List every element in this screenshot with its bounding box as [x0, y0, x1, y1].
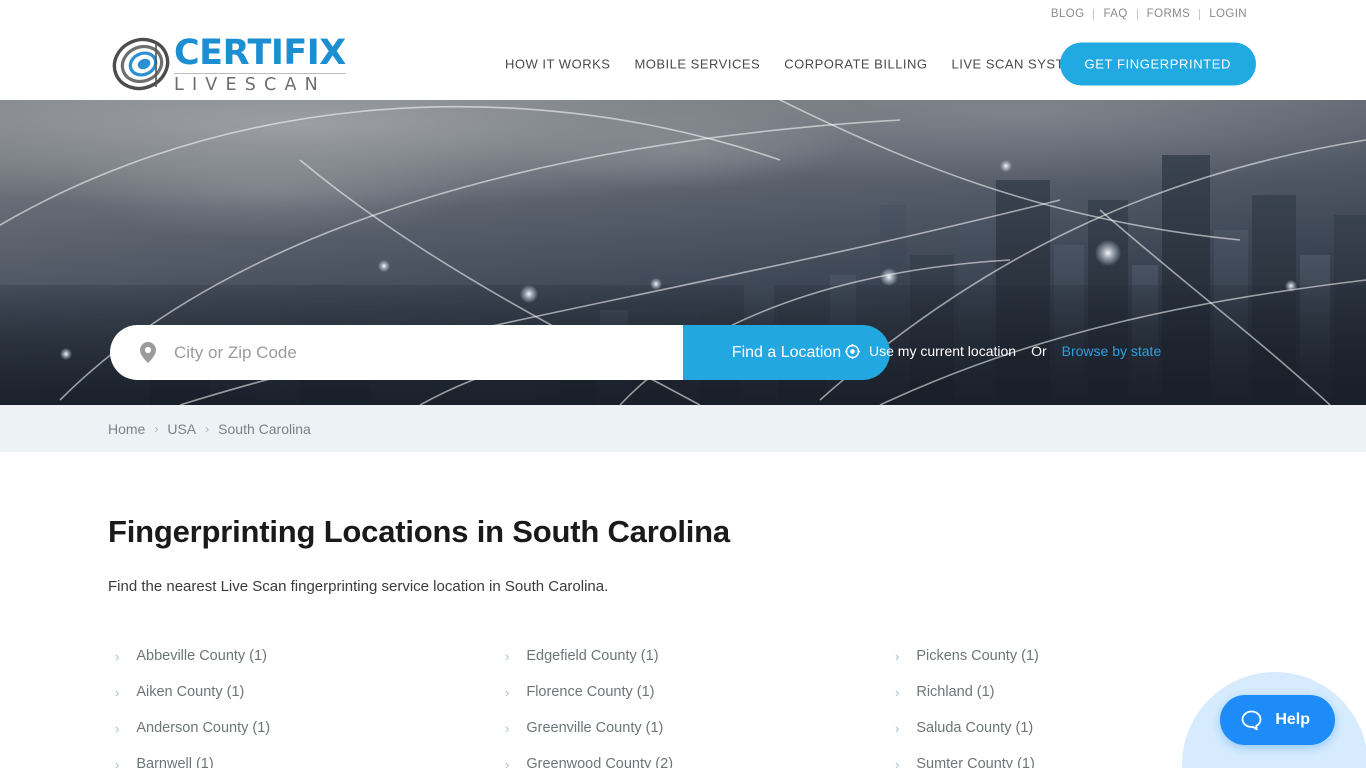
- main-content: Fingerprinting Locations in South Caroli…: [0, 514, 1366, 768]
- list-item[interactable]: › Barnwell (1): [108, 746, 498, 768]
- hero-network-node: [378, 260, 390, 272]
- breadcrumb-separator: ›: [205, 421, 210, 436]
- topbar-link-forms[interactable]: FORMS: [1138, 8, 1200, 20]
- search-field-container[interactable]: [110, 325, 683, 380]
- county-label: Greenwood County (2): [526, 756, 674, 768]
- county-label: Barnwell (1): [136, 756, 214, 768]
- county-label: Anderson County (1): [136, 720, 271, 736]
- list-item[interactable]: › Aiken County (1): [108, 674, 498, 710]
- county-label: Aiken County (1): [136, 684, 245, 700]
- county-list: › Abbeville County (1) › Edgefield County …: [108, 638, 1258, 768]
- logo-divider: [174, 72, 346, 74]
- use-current-location-button[interactable]: Use my current location: [845, 343, 1016, 359]
- county-label: Richland (1): [916, 684, 995, 700]
- logo-primary-text: CERTIFIX: [174, 32, 346, 73]
- chevron-right-icon: ›: [895, 648, 900, 664]
- list-item[interactable]: › Anderson County (1): [108, 710, 498, 746]
- chevron-right-icon: ›: [505, 756, 510, 768]
- list-item[interactable]: › Florence County (1): [498, 674, 888, 710]
- chevron-right-icon: ›: [895, 720, 900, 736]
- hero-network-node: [1000, 160, 1012, 172]
- hero-network-node: [1285, 280, 1297, 292]
- browse-by-state-link[interactable]: Browse by state: [1062, 343, 1162, 359]
- logo-wordmark: CERTIFIX LIVESCAN: [174, 34, 346, 95]
- help-chat-button[interactable]: Help: [1220, 695, 1335, 745]
- nav-item-how-it-works[interactable]: HOW IT WORKS: [505, 57, 610, 72]
- breadcrumb-item-usa[interactable]: USA: [167, 421, 196, 437]
- chevron-right-icon: ›: [115, 720, 120, 736]
- list-item[interactable]: › Greenville County (1): [498, 710, 888, 746]
- hero-network-node: [520, 285, 538, 303]
- page-title: Fingerprinting Locations in South Caroli…: [108, 514, 730, 549]
- chevron-right-icon: ›: [115, 684, 120, 700]
- county-label: Florence County (1): [526, 684, 655, 700]
- topbar-link-blog[interactable]: BLOG: [1042, 8, 1094, 20]
- chevron-right-icon: ›: [505, 684, 510, 700]
- chat-bubble-icon: [1241, 710, 1262, 730]
- page-subtitle: Find the nearest Live Scan fingerprintin…: [108, 578, 609, 595]
- search-input[interactable]: [174, 342, 654, 363]
- county-label: Edgefield County (1): [526, 648, 659, 664]
- logo-secondary-text: LIVESCAN: [174, 74, 326, 95]
- top-utility-bar: BLOG FAQ FORMS LOGIN: [0, 0, 1366, 28]
- nav-item-mobile-services[interactable]: MOBILE SERVICES: [634, 57, 760, 72]
- site-header: CERTIFIX LIVESCAN HOW IT WORKS MOBILE SE…: [0, 28, 1366, 100]
- list-item[interactable]: › Abbeville County (1): [108, 638, 498, 674]
- list-item[interactable]: › Greenwood County (2): [498, 746, 888, 768]
- chevron-right-icon: ›: [505, 720, 510, 736]
- chevron-right-icon: ›: [895, 684, 900, 700]
- main-navigation: HOW IT WORKS MOBILE SERVICES CORPORATE B…: [505, 57, 1085, 72]
- hero-banner: Find a Location Use my current location …: [0, 100, 1366, 405]
- list-item[interactable]: › Pickens County (1): [888, 638, 1278, 674]
- chevron-right-icon: ›: [115, 648, 120, 664]
- breadcrumb-item-south-carolina: South Carolina: [218, 420, 311, 437]
- chevron-right-icon: ›: [505, 648, 510, 664]
- hero-network-node: [60, 348, 72, 360]
- county-label: Abbeville County (1): [136, 648, 267, 664]
- breadcrumb: Home › USA › South Carolina: [0, 405, 1366, 452]
- chevron-right-icon: ›: [115, 756, 120, 768]
- county-label: Greenville County (1): [526, 720, 664, 736]
- topbar-link-faq[interactable]: FAQ: [1094, 8, 1136, 20]
- county-label: Sumter County (1): [916, 756, 1035, 768]
- get-fingerprinted-button[interactable]: GET FINGERPRINTED: [1059, 42, 1256, 86]
- or-label: Or: [1031, 343, 1047, 359]
- top-utility-links: BLOG FAQ FORMS LOGIN: [1042, 8, 1256, 20]
- list-item[interactable]: › Edgefield County (1): [498, 638, 888, 674]
- hero-network-node: [880, 268, 898, 286]
- location-search-bar: Find a Location: [110, 325, 890, 380]
- fingerprint-swirl-icon: [112, 37, 170, 91]
- breadcrumb-item-home[interactable]: Home: [108, 421, 145, 437]
- breadcrumb-separator: ›: [154, 421, 159, 436]
- chevron-right-icon: ›: [895, 756, 900, 768]
- county-label: Saluda County (1): [916, 720, 1034, 736]
- use-current-location-label: Use my current location: [869, 343, 1017, 359]
- nav-item-corporate-billing[interactable]: CORPORATE BILLING: [784, 57, 927, 72]
- crosshair-target-icon: [845, 343, 860, 359]
- county-label: Pickens County (1): [916, 648, 1039, 664]
- map-pin-icon: [140, 342, 156, 363]
- hero-network-node: [650, 278, 662, 290]
- topbar-link-login[interactable]: LOGIN: [1200, 8, 1256, 20]
- hero-network-node: [1095, 240, 1121, 266]
- hero-location-options: Use my current location Or Browse by sta…: [845, 343, 1161, 359]
- help-button-label: Help: [1275, 711, 1310, 728]
- site-logo[interactable]: CERTIFIX LIVESCAN: [110, 33, 346, 95]
